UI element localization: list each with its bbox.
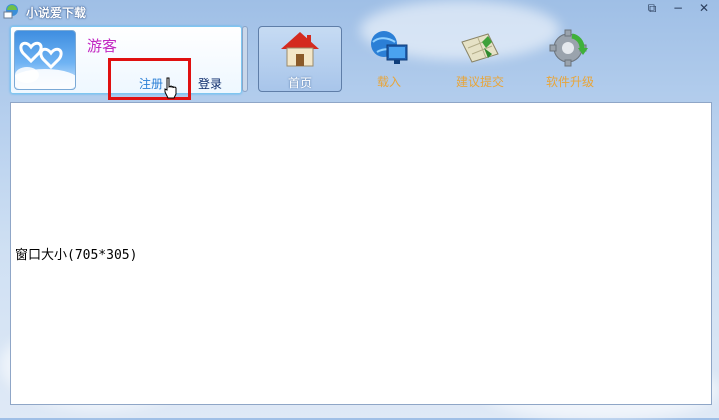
software-upgrade-label: 软件升级	[545, 75, 594, 89]
panel-splitter[interactable]	[242, 26, 248, 92]
window-size-text: 窗口大小(705*305)	[15, 248, 138, 263]
title-bar: 小说爱下载 ⧉ − ✕	[0, 0, 719, 22]
map-suggest-icon	[461, 33, 499, 63]
app-logo-icon	[3, 4, 18, 19]
gear-upgrade-icon	[549, 29, 588, 67]
login-link[interactable]: 登录	[198, 75, 222, 92]
globe-monitor-icon	[371, 31, 408, 64]
content-area: 窗口大小(705*305)	[10, 102, 712, 405]
load-label: 载入	[376, 75, 401, 89]
minimize-icon: −	[672, 1, 684, 15]
restore-icon: ⧉	[647, 0, 657, 15]
close-icon: ✕	[698, 1, 710, 15]
load-button[interactable]: 载入	[347, 26, 431, 92]
minimize-button[interactable]: −	[667, 0, 689, 16]
software-upgrade-button[interactable]: 软件升级	[528, 26, 612, 92]
close-button[interactable]: ✕	[693, 0, 715, 16]
suggest-submit-button[interactable]: 建议提交	[438, 26, 522, 92]
avatar[interactable]	[14, 30, 76, 90]
username: 游客	[87, 37, 118, 55]
hearts-cloud-avatar-icon	[15, 41, 75, 89]
suggest-submit-label: 建议提交	[455, 75, 504, 89]
home-button[interactable]: 首页	[258, 26, 342, 92]
hand-cursor-icon	[164, 77, 177, 99]
restore-button[interactable]: ⧉	[641, 0, 663, 16]
home-icon	[281, 32, 319, 67]
home-label: 首页	[287, 76, 312, 90]
window-title: 小说爱下载	[26, 6, 87, 20]
